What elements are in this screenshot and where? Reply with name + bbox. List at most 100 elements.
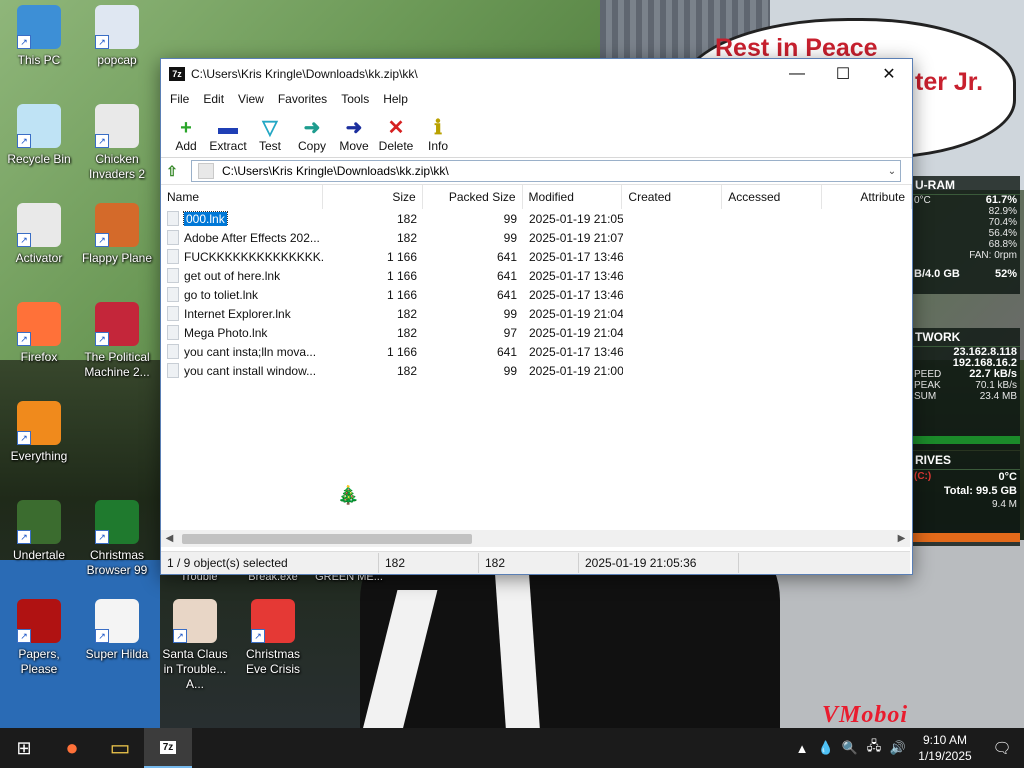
table-row[interactable]: you cant install window... 182 99 2025-01-1… <box>161 361 912 380</box>
desktop-icon[interactable]: ↗ Activator <box>0 203 78 266</box>
sevenzip-taskbar-icon[interactable]: 7z <box>144 728 192 768</box>
test-button[interactable]: ▽ Test <box>249 117 291 157</box>
file-packed-size: 99 <box>503 363 517 378</box>
tray-expand-icon[interactable]: ▲ <box>790 741 814 756</box>
shortcut-arrow-icon: ↗ <box>17 332 31 346</box>
tray-search-icon[interactable]: 🔍 <box>838 740 862 756</box>
test-icon: ▽ <box>262 117 278 139</box>
title-bar[interactable]: 7z C:\Users\Kris Kringle\Downloads\kk.zi… <box>161 59 912 89</box>
notifications-icon[interactable]: 🗨 <box>980 739 1024 757</box>
menu-item-tools[interactable]: Tools <box>334 92 376 106</box>
close-button[interactable]: ✕ <box>866 59 912 89</box>
desktop-icon[interactable]: ↗ Flappy Plane <box>78 203 156 266</box>
file-explorer-taskbar-icon[interactable]: ▭ <box>96 728 144 768</box>
desktop-icon[interactable]: ↗ Chicken Invaders 2 <box>78 104 156 182</box>
file-packed-size: 97 <box>503 325 517 340</box>
column-header-created[interactable]: Created <box>622 185 723 209</box>
menu-item-favorites[interactable]: Favorites <box>271 92 334 106</box>
clock[interactable]: 9:10 AM 1/19/2025 <box>910 732 980 764</box>
table-row[interactable]: Adobe After Effects 202... 182 99 2025-01-1… <box>161 228 912 247</box>
shortcut-arrow-icon: ↗ <box>17 530 31 544</box>
app-icon: ↗ <box>95 203 139 247</box>
start-button[interactable]: ⊞ <box>0 728 48 768</box>
file-name-cell[interactable]: go to toliet.lnk <box>161 287 323 302</box>
peak-label: PEAK <box>914 380 941 391</box>
column-header-name[interactable]: Name <box>161 185 323 209</box>
clock-time: 9:10 AM <box>922 733 968 747</box>
file-list[interactable]: 000.lnk 182 99 2025-01-19 21:05 Adobe After … <box>161 209 912 380</box>
table-row[interactable]: go to toliet.lnk 1 166 641 2025-01-17 13:46 <box>161 285 912 304</box>
menu-item-view[interactable]: View <box>231 92 271 106</box>
move-button[interactable]: ➜ Move <box>333 117 375 157</box>
table-row[interactable]: Mega Photo.lnk 182 97 2025-01-19 21:04 <box>161 323 912 342</box>
maximize-button[interactable]: ☐ <box>820 59 866 89</box>
table-row[interactable]: you cant insta;lln mova... 1 166 641 2025-0… <box>161 342 912 361</box>
scroll-thumb[interactable] <box>182 534 472 544</box>
table-row[interactable]: 000.lnk 182 99 2025-01-19 21:05 <box>161 209 912 228</box>
file-size: 182 <box>396 363 417 378</box>
file-name-cell[interactable]: Adobe After Effects 202... <box>161 230 323 245</box>
add-button[interactable]: + Add <box>165 117 207 157</box>
horizontal-scrollbar[interactable]: ◀ ▶ <box>161 530 910 547</box>
drive-rate: 9.4 M <box>991 499 1017 510</box>
file-name-cell[interactable]: you cant insta;lln mova... <box>161 344 323 359</box>
column-headers: Name Size Packed Size Modified Created Access… <box>161 185 913 209</box>
table-row[interactable]: get out of here.lnk 1 166 641 2025-01-17 13… <box>161 266 912 285</box>
desktop-icon[interactable]: ↗ Everything <box>0 401 78 464</box>
app-icon: ↗ <box>251 599 295 643</box>
desktop-icon[interactable]: ↗ Christmas Browser 99 <box>78 500 156 578</box>
table-row[interactable]: Internet Explorer.lnk 182 99 2025-01-19 21:… <box>161 304 912 323</box>
column-header-size[interactable]: Size <box>323 185 423 209</box>
firefox-taskbar-icon[interactable]: ● <box>48 728 96 768</box>
file-name-cell[interactable]: FUCKKKKKKKKKKKKKK... <box>161 249 323 264</box>
desktop-icon[interactable]: ↗ This PC <box>0 5 78 68</box>
menu-item-file[interactable]: File <box>163 92 196 106</box>
menu-bar: File Edit View Favorites Tools Help <box>161 89 912 109</box>
up-folder-icon[interactable]: ⇧ <box>161 163 183 180</box>
desktop-icon[interactable]: ↗ Christmas Eve Crisis <box>234 599 312 677</box>
desktop-icon[interactable]: ↗ Super Hilda <box>78 599 156 662</box>
desktop-icon[interactable]: ↗ Recycle Bin <box>0 104 78 167</box>
info-button[interactable]: ℹ Info <box>417 117 459 157</box>
file-name-cell[interactable]: you cant install window... <box>161 363 323 378</box>
scroll-track[interactable] <box>178 530 893 547</box>
scroll-left-icon[interactable]: ◀ <box>161 533 178 544</box>
menu-item-edit[interactable]: Edit <box>196 92 231 106</box>
file-modified: 2025-01-17 13:46 <box>529 268 623 283</box>
desktop-icon[interactable]: ↗ The Political Machine 2... <box>78 302 156 380</box>
file-name-cell[interactable]: Internet Explorer.lnk <box>161 306 323 321</box>
address-path[interactable]: C:\Users\Kris Kringle\Downloads\kk.zip\k… <box>222 164 884 178</box>
address-combobox[interactable]: C:\Users\Kris Kringle\Downloads\kk.zip\k… <box>191 160 901 182</box>
desktop-icon[interactable]: ↗ Undertale <box>0 500 78 563</box>
column-header-attribute[interactable]: Attribute <box>822 185 913 209</box>
menu-item-help[interactable]: Help <box>376 92 415 106</box>
file-modified: 2025-01-17 13:46 <box>529 344 623 359</box>
shortcut-arrow-icon: ↗ <box>95 35 109 49</box>
network-icon[interactable]: 🖧 <box>862 737 886 759</box>
column-header-accessed[interactable]: Accessed <box>722 185 823 209</box>
desktop-icon[interactable]: ↗ Santa Claus in Trouble... A... <box>156 599 234 692</box>
delete-button[interactable]: ✕ Delete <box>375 117 417 157</box>
table-row[interactable]: FUCKKKKKKKKKKKKKK... 1 166 641 2025-01-17 1… <box>161 247 912 266</box>
extract-button[interactable]: ▬ Extract <box>207 117 249 157</box>
shortcut-arrow-icon: ↗ <box>95 629 109 643</box>
desktop-icon-label: popcap <box>97 53 137 67</box>
volume-icon[interactable]: 🔊 <box>886 740 910 756</box>
copy-button[interactable]: ➜ Copy <box>291 117 333 157</box>
drive-letter: (C:) <box>914 471 932 482</box>
desktop-icon[interactable]: ↗ popcap <box>78 5 156 68</box>
desktop-icon[interactable]: ↗ Firefox <box>0 302 78 365</box>
status-modified: 2025-01-19 21:05:36 <box>579 553 739 573</box>
chevron-down-icon[interactable]: ⌄ <box>884 166 900 177</box>
minimize-button[interactable]: — <box>774 59 820 89</box>
column-header-modified[interactable]: Modified <box>523 185 623 209</box>
file-name-cell[interactable]: get out of here.lnk <box>161 268 323 283</box>
sevenzip-window[interactable]: 7z C:\Users\Kris Kringle\Downloads\kk.zi… <box>160 58 913 575</box>
file-name-cell[interactable]: 000.lnk <box>161 211 323 226</box>
column-header-packed-size[interactable]: Packed Size <box>423 185 523 209</box>
scroll-right-icon[interactable]: ▶ <box>893 533 910 544</box>
file-name-cell[interactable]: Mega Photo.lnk <box>161 325 323 340</box>
desktop-icon[interactable]: ↗ Papers, Please <box>0 599 78 677</box>
tray-droplet-icon[interactable]: 💧 <box>814 740 838 756</box>
desktop-icon-label: Flappy Plane <box>81 251 153 265</box>
